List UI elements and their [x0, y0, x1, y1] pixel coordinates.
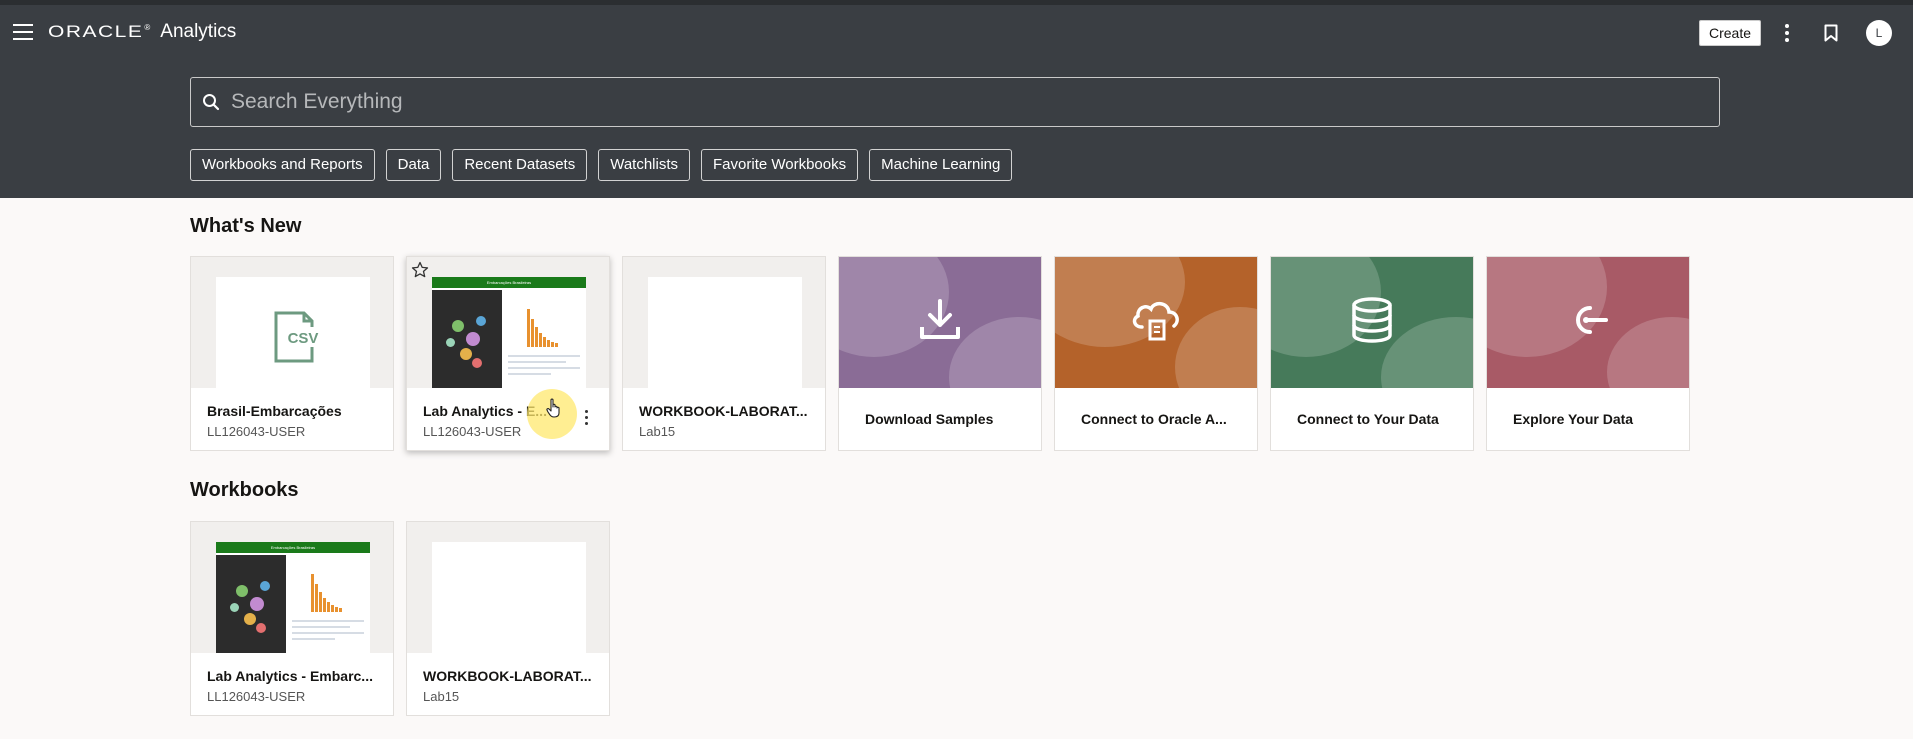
tile-banner	[1055, 257, 1257, 388]
database-icon	[1350, 296, 1394, 349]
card-thumbnail	[407, 522, 609, 653]
bar-preview	[311, 572, 342, 612]
tile-label: Download Samples	[865, 411, 994, 427]
avatar[interactable]: L	[1866, 20, 1892, 46]
card-workbook-laborat-2[interactable]: WORKBOOK-LABORAT... Lab15	[406, 521, 610, 716]
more-options-icon[interactable]	[1773, 19, 1801, 47]
card-workbook-lab-analytics[interactable]: Embarcações Brasileiras Lab Analytics - …	[190, 521, 394, 716]
chip-watchlists[interactable]: Watchlists	[598, 149, 691, 181]
dashboard-preview: Embarcações Brasileiras	[432, 277, 586, 388]
text-preview	[292, 620, 364, 644]
dashboard-preview: Embarcações Brasileiras	[216, 542, 370, 653]
search-icon	[191, 77, 231, 127]
tile-connect-to-your-data[interactable]: Connect to Your Data	[1270, 256, 1474, 451]
card-title: Brasil-Embarcações	[207, 403, 342, 419]
card-title: WORKBOOK-LABORAT...	[639, 403, 808, 419]
download-icon	[917, 297, 963, 348]
explore-icon	[1566, 300, 1610, 345]
card-actions-icon[interactable]	[585, 410, 588, 425]
blank-page-preview	[648, 277, 802, 388]
bar-preview	[527, 307, 558, 347]
tile-label: Connect to Oracle A...	[1081, 411, 1227, 427]
card-subtitle: Lab15	[639, 424, 676, 439]
card-thumbnail: Embarcações Brasileiras	[191, 522, 393, 653]
chip-machine-learning[interactable]: Machine Learning	[869, 149, 1013, 181]
brand-oracle: ORACLE	[48, 22, 144, 41]
card-subtitle: Lab15	[423, 689, 460, 704]
chip-workbooks-and-reports[interactable]: Workbooks and Reports	[190, 149, 375, 181]
card-title: WORKBOOK-LABORAT...	[423, 668, 592, 684]
brand-reg: ®	[144, 22, 151, 32]
whats-new-title: What's New	[190, 215, 302, 237]
card-subtitle: LL126043-USER	[207, 424, 306, 439]
map-preview	[216, 555, 286, 653]
dashboard-header: Embarcações Brasileiras	[432, 277, 586, 288]
text-preview	[508, 355, 580, 379]
csv-text: CSV	[288, 330, 319, 347]
filter-chips: Workbooks and Reports Data Recent Datase…	[190, 149, 1023, 181]
card-thumbnail: CSV	[191, 257, 393, 388]
chip-favorite-workbooks[interactable]: Favorite Workbooks	[701, 149, 859, 181]
tile-banner	[1487, 257, 1689, 388]
favorite-star-icon[interactable]	[411, 261, 429, 284]
create-button[interactable]: Create	[1699, 20, 1762, 46]
tile-connect-to-oracle[interactable]: Connect to Oracle A...	[1054, 256, 1258, 451]
card-title: Lab Analytics - Embarc...	[207, 668, 373, 684]
card-workbook-laborat[interactable]: WORKBOOK-LABORAT... Lab15	[622, 256, 826, 451]
workbooks-title: Workbooks	[190, 479, 299, 501]
card-thumbnail: Embarcações Brasileiras	[407, 257, 609, 388]
tile-banner	[1271, 257, 1473, 388]
card-subtitle: LL126043-USER	[207, 689, 306, 704]
brand-app-name: Analytics	[160, 21, 237, 42]
hand-cursor-icon	[546, 398, 562, 423]
chip-recent-datasets[interactable]: Recent Datasets	[452, 149, 588, 181]
brand-logo: ORACLE ® Analytics	[48, 20, 236, 44]
search-bar[interactable]	[190, 77, 1720, 127]
tile-explore-your-data[interactable]: Explore Your Data	[1486, 256, 1690, 451]
chip-data[interactable]: Data	[385, 149, 442, 181]
card-brasil-embarcacoes[interactable]: CSV Brasil-Embarcações LL126043-USER	[190, 256, 394, 451]
dashboard-header: Embarcações Brasileiras	[216, 542, 370, 553]
tile-banner	[839, 257, 1041, 388]
csv-file-icon: CSV	[216, 277, 370, 388]
top-banner: ORACLE ® Analytics Create L Workbooks an…	[0, 0, 1913, 198]
cloud-icon	[1128, 297, 1184, 348]
bookmark-icon[interactable]	[1817, 19, 1845, 47]
search-input[interactable]	[231, 90, 1691, 114]
tile-download-samples[interactable]: Download Samples	[838, 256, 1042, 451]
card-thumbnail	[623, 257, 825, 388]
blank-page-preview	[432, 542, 586, 653]
card-lab-analytics[interactable]: Embarcações Brasileiras Lab Analytics - …	[406, 256, 610, 451]
map-preview	[432, 290, 502, 388]
tile-label: Connect to Your Data	[1297, 411, 1439, 427]
tile-label: Explore Your Data	[1513, 411, 1634, 427]
menu-icon[interactable]	[13, 24, 33, 40]
